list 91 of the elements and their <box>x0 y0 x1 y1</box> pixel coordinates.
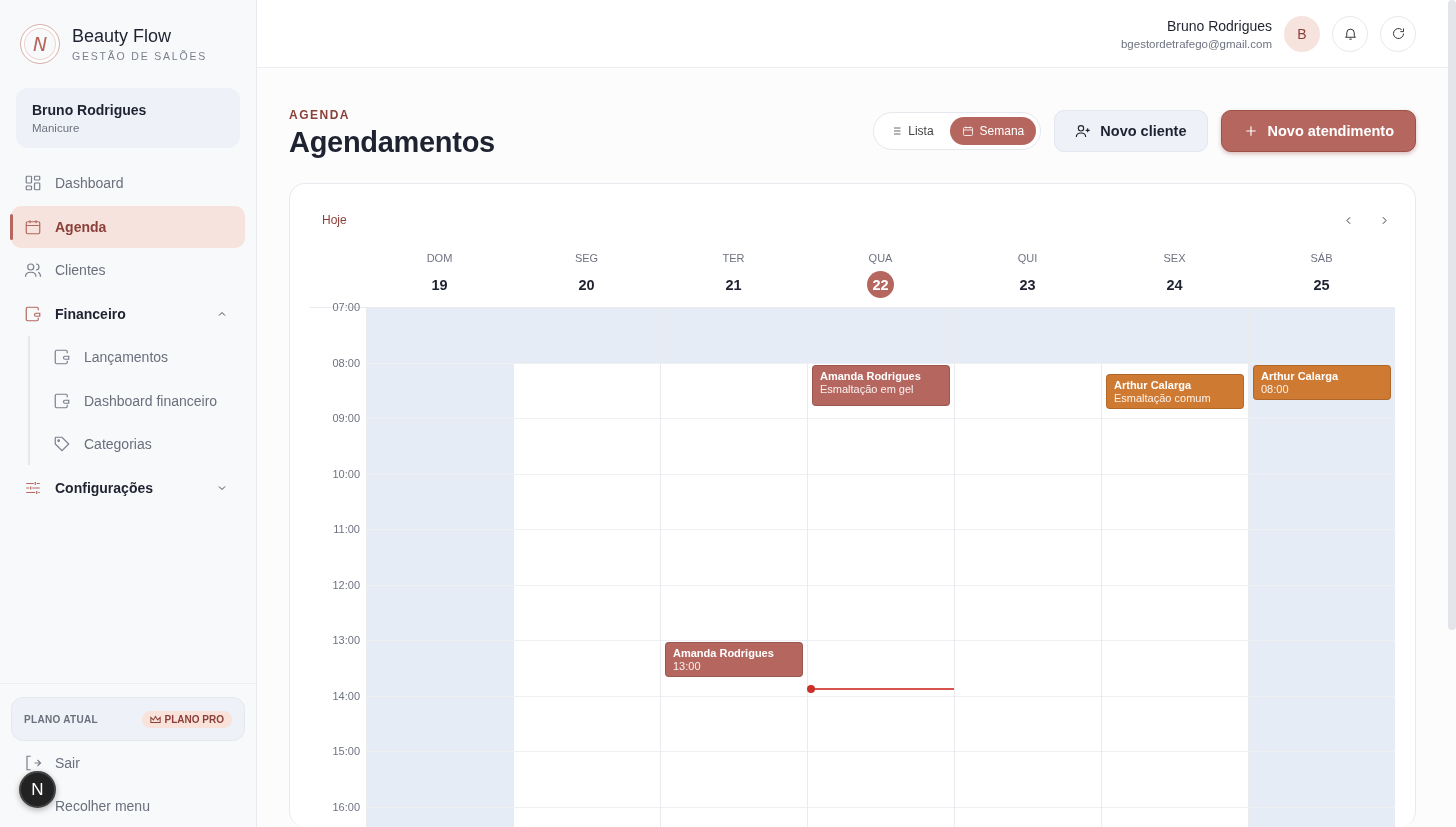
notifications-button[interactable] <box>1332 15 1368 52</box>
day-number: 24 <box>1165 275 1184 295</box>
time-label: 11:00 <box>332 523 361 537</box>
appointment[interactable]: Arthur Calarga 08:00 <box>1253 364 1391 400</box>
day-column[interactable]: Arthur Calarga 08:00 <box>1248 308 1395 827</box>
wallet-icon <box>53 348 71 366</box>
weekday-label: SEX <box>1163 252 1186 264</box>
day-number: 21 <box>724 275 743 295</box>
time-label: 16:00 <box>331 800 361 815</box>
closed-slot[interactable] <box>955 308 1101 364</box>
add-user-icon <box>1075 123 1092 139</box>
nav-item[interactable]: Dashboard financeiro <box>40 379 245 422</box>
closed-slot[interactable] <box>513 308 660 364</box>
day-number: 19 <box>430 275 449 295</box>
floating-badge[interactable]: N <box>19 771 56 808</box>
nav-item[interactable]: Categorias <box>40 423 245 465</box>
user-name: Bruno Rodrigues <box>1165 17 1272 34</box>
weekday-label: DOM <box>426 252 453 264</box>
brand-name: Beauty Flow <box>72 26 173 47</box>
plan-badge: PLANO PRO <box>141 710 232 728</box>
time-label: 13:00 <box>331 634 361 648</box>
logout-icon <box>24 753 42 772</box>
view-tab[interactable]: Lista <box>878 117 946 145</box>
users-icon <box>24 261 42 279</box>
time-label: 08:00 <box>331 356 361 371</box>
nav-item[interactable]: Lançamentos <box>40 336 245 378</box>
wallet-icon <box>53 391 71 410</box>
weekday-label: TER <box>722 252 745 264</box>
nav-item[interactable]: Dashboard <box>11 162 245 204</box>
weekday-label: SÁB <box>1310 252 1333 264</box>
time-slot[interactable] <box>513 752 660 808</box>
plan-label: PLANO ATUAL <box>24 713 98 725</box>
view-tab[interactable]: Semana <box>949 117 1037 145</box>
time-slot[interactable] <box>513 696 660 752</box>
calendar-icon <box>961 125 974 137</box>
day-column[interactable]: Amanda Rodrigues Esmaltação em gel <box>807 308 954 827</box>
grid-icon <box>24 174 42 192</box>
logo: N <box>20 24 60 64</box>
nav-item[interactable]: Financeiro <box>11 292 245 335</box>
profile-role: Manicure <box>32 122 81 134</box>
time-label: 14:00 <box>331 689 361 704</box>
time-label: 12:00 <box>331 578 361 593</box>
tag-icon <box>53 435 71 453</box>
nav-item[interactable]: Clientes <box>11 249 245 291</box>
day-number: 22 <box>867 271 894 298</box>
time-slot[interactable] <box>513 530 660 586</box>
calendar-icon <box>24 217 42 236</box>
user-email: bgestordetrafego@gmail.com <box>1120 37 1272 50</box>
new-appointment-button[interactable]: Novo atendimento <box>1220 110 1416 152</box>
time-slot[interactable] <box>513 363 660 419</box>
weekday-label: QUA <box>868 252 893 264</box>
time-slot[interactable] <box>513 474 660 530</box>
closed-slot[interactable] <box>808 308 954 364</box>
time-label: 07:00 <box>331 301 361 315</box>
sidebar-link[interactable]: Sair <box>55 754 80 771</box>
appointment[interactable]: Arthur Calarga Esmaltação comum <box>1106 373 1244 409</box>
time-label: 10:00 <box>331 467 361 482</box>
time-label: 09:00 <box>331 412 361 426</box>
time-slot[interactable] <box>513 585 660 641</box>
time-slot[interactable] <box>513 419 660 475</box>
day-number: 25 <box>1312 275 1331 295</box>
weekday-label: QUI <box>1017 252 1038 264</box>
refresh-icon <box>1390 26 1406 41</box>
today-button[interactable]: Hoje <box>310 213 359 227</box>
closed-slot[interactable] <box>1102 308 1248 364</box>
day-column[interactable] <box>513 308 660 827</box>
wallet-icon <box>24 304 42 323</box>
crown-icon <box>149 714 161 724</box>
weekday-label: SEG <box>574 252 599 264</box>
day-number: 20 <box>577 275 596 295</box>
new-client-button[interactable]: Novo cliente <box>1054 110 1208 152</box>
sidebar-link[interactable]: Recolher menu <box>55 797 150 814</box>
closed-slot[interactable] <box>661 308 807 364</box>
page-eyebrow: AGENDA <box>289 108 351 122</box>
page-title: Agendamentos <box>289 126 495 159</box>
time-label: 15:00 <box>331 745 361 759</box>
day-column[interactable]: Amanda Rodrigues 13:00 <box>660 308 807 827</box>
day-column[interactable] <box>366 308 513 827</box>
refresh-button[interactable] <box>1380 15 1416 52</box>
nav-item[interactable]: Agenda <box>11 205 245 248</box>
profile-name: Bruno Rodrigues <box>32 102 148 118</box>
day-number: 23 <box>1018 275 1037 295</box>
appointment[interactable]: Amanda Rodrigues Esmaltação em gel <box>812 364 950 407</box>
time-slot[interactable] <box>513 641 660 697</box>
day-column[interactable] <box>954 308 1101 827</box>
brand-tagline: GESTÃO DE SALÕES <box>72 50 207 62</box>
avatar[interactable]: B <box>1284 15 1320 52</box>
day-column[interactable]: Arthur Calarga Esmaltação comum <box>1101 308 1248 827</box>
appointment[interactable]: Amanda Rodrigues 13:00 <box>665 642 803 677</box>
nav-item[interactable]: Configurações <box>11 466 245 509</box>
bell-icon <box>1342 26 1358 41</box>
